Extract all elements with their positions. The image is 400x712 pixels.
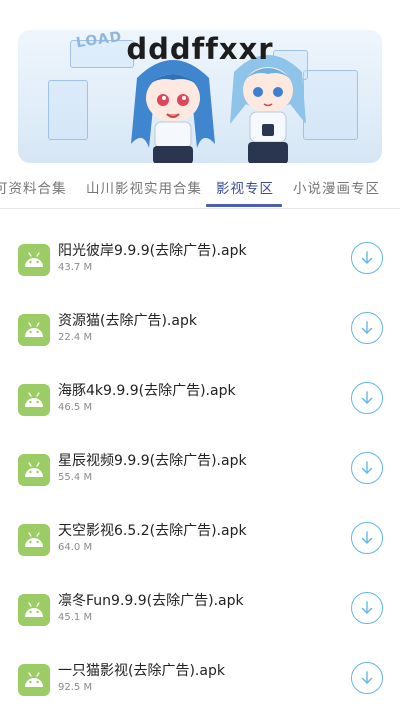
download-icon [361,251,373,264]
tab-active-indicator [206,204,282,207]
banner-image[interactable]: LOAD dddffxxr [18,30,382,163]
file-size: 46.5 M [58,402,93,413]
android-icon [18,384,50,416]
file-size: 22.4 M [58,332,93,343]
file-row[interactable]: 凛冬Fun9.9.9(去除广告).apk 45.1 M [0,559,400,631]
download-button[interactable] [351,312,383,344]
download-button[interactable] [351,452,383,484]
download-button[interactable] [351,382,383,414]
file-size: 45.1 M [58,612,93,623]
file-name: 凛冬Fun9.9.9(去除广告).apk [58,593,244,609]
file-name: 一只猫影视(去除广告).apk [58,663,225,679]
tab-resources[interactable]: 可资料合集 [0,177,67,197]
category-tabs: 可资料合集 山川影视实用合集 影视专区 小说漫画专区 [0,163,400,209]
file-row[interactable]: 资源猫(去除广告).apk 22.4 M [0,279,400,351]
file-name: 海豚4k9.9.9(去除广告).apk [58,383,236,399]
file-row[interactable]: 星辰视频9.9.9(去除广告).apk 55.4 M [0,419,400,491]
file-name: 天空影视6.5.2(去除广告).apk [58,523,247,539]
download-icon [361,321,373,334]
android-icon [18,524,50,556]
download-button[interactable] [351,592,383,624]
file-row[interactable]: 阳光彼岸9.9.9(去除广告).apk 43.7 M [0,209,400,281]
banner-panel [48,80,88,140]
file-row[interactable]: 天空影视6.5.2(去除广告).apk 64.0 M [0,489,400,561]
file-size: 43.7 M [58,262,93,273]
download-icon [361,391,373,404]
file-name: 星辰视频9.9.9(去除广告).apk [58,453,247,469]
banner-title: dddffxxr [126,32,274,66]
tab-video-zone[interactable]: 影视专区 [216,177,274,197]
file-row[interactable]: 一只猫影视(去除广告).apk 92.5 M [0,629,400,701]
file-name: 阳光彼岸9.9.9(去除广告).apk [58,243,247,259]
tab-novel-comic[interactable]: 小说漫画专区 [293,177,380,197]
download-icon [361,671,373,684]
android-icon [18,454,50,486]
download-icon [361,531,373,544]
file-size: 55.4 M [58,472,93,483]
download-button[interactable] [351,662,383,694]
android-icon [18,244,50,276]
file-row[interactable]: 海豚4k9.9.9(去除广告).apk 46.5 M [0,349,400,421]
android-icon [18,594,50,626]
file-name: 资源猫(去除广告).apk [58,313,197,329]
android-icon [18,314,50,346]
download-button[interactable] [351,242,383,274]
android-icon [18,664,50,696]
download-button[interactable] [351,522,383,554]
tab-shanchuan-apps[interactable]: 山川影视实用合集 [86,177,202,197]
file-size: 92.5 M [58,682,93,693]
download-icon [361,461,373,474]
download-icon [361,601,373,614]
file-size: 64.0 M [58,542,93,553]
